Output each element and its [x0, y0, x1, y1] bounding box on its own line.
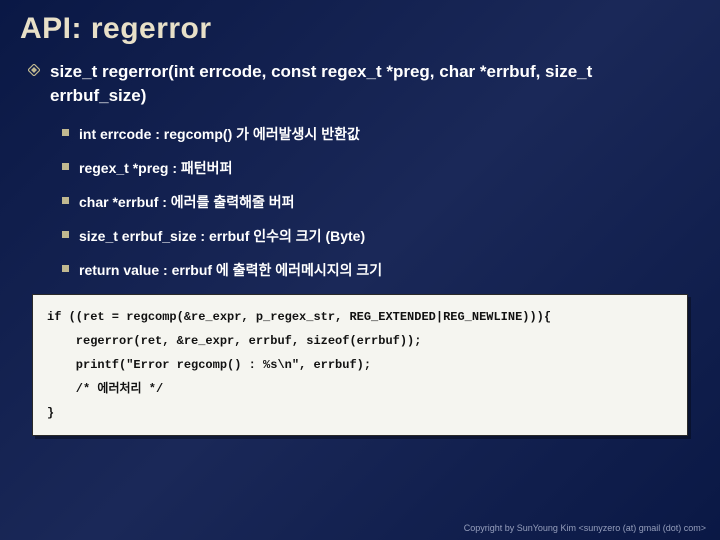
parameter-list: int errcode : regcomp() 가 에러발생시 반환값 rege…: [28, 124, 692, 280]
square-bullet-icon: [62, 129, 69, 136]
square-bullet-icon: [62, 197, 69, 204]
function-signature: size_t regerror(int errcode, const regex…: [50, 60, 692, 108]
list-item: char *errbuf : 에러를 출력해줄 버퍼: [62, 192, 692, 212]
square-bullet-icon: [62, 265, 69, 272]
param-text: regex_t *preg : 패턴버퍼: [79, 158, 232, 178]
param-text: return value : errbuf 에 출력한 에러메시지의 크기: [79, 260, 382, 280]
copyright-footer: Copyright by SunYoung Kim <sunyzero (at)…: [464, 523, 706, 533]
diamond-bullet-icon: [28, 64, 40, 76]
list-item: int errcode : regcomp() 가 에러발생시 반환값: [62, 124, 692, 144]
list-item: size_t errbuf_size : errbuf 인수의 크기 (Byte…: [62, 226, 692, 246]
square-bullet-icon: [62, 163, 69, 170]
square-bullet-icon: [62, 231, 69, 238]
param-text: size_t errbuf_size : errbuf 인수의 크기 (Byte…: [79, 226, 365, 246]
list-item: regex_t *preg : 패턴버퍼: [62, 158, 692, 178]
param-text: char *errbuf : 에러를 출력해줄 버퍼: [79, 192, 295, 212]
code-block: if ((ret = regcomp(&re_expr, p_regex_str…: [32, 294, 688, 436]
slide-content: size_t regerror(int errcode, const regex…: [0, 52, 720, 436]
list-item: return value : errbuf 에 출력한 에러메시지의 크기: [62, 260, 692, 280]
param-text: int errcode : regcomp() 가 에러발생시 반환값: [79, 124, 360, 144]
signature-line: size_t regerror(int errcode, const regex…: [28, 60, 692, 108]
slide-title: API: regerror: [0, 0, 720, 52]
